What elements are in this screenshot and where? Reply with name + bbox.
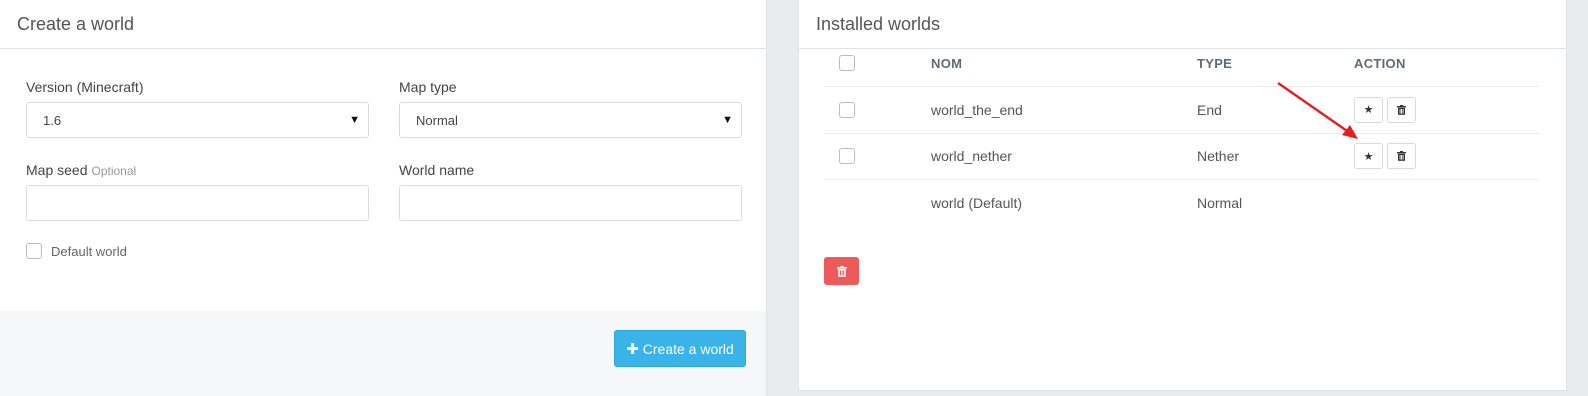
version-select-value: 1.6 [43,112,62,128]
map-seed-input[interactable] [26,185,369,221]
world-type-cell: Normal [1197,195,1243,212]
row-checkbox[interactable] [839,148,855,165]
create-world-button[interactable]: ✚ Create a world [614,330,746,367]
table-row: world_the_end End ★ [824,87,1539,134]
select-all-checkbox[interactable] [839,55,855,71]
delete-selected-button[interactable] [824,257,859,285]
star-icon: ★ [1363,150,1374,163]
caret-down-icon: ▼ [722,114,733,126]
create-world-panel: Create a world Version (Minecraft) 1.6 ▼… [0,0,767,396]
map-type-label: Map type [399,79,457,95]
select-all-cell [839,40,855,86]
world-type-cell: Nether [1197,148,1240,165]
column-header-type: TYPE [1197,55,1233,71]
delete-world-button[interactable] [1387,143,1416,170]
version-select[interactable]: 1.6 ▼ [26,102,369,138]
installed-worlds-panel: Installed worlds NOM TYPE ACTION world_t… [798,0,1567,391]
version-field: Version (Minecraft) 1.6 ▼ [26,79,369,138]
map-type-field: Map type Normal ▼ [399,79,742,138]
column-header-nom: NOM [931,55,963,71]
world-name-cell: world_nether [931,148,1012,165]
row-select-cell [839,134,855,180]
table-header-row: NOM TYPE ACTION [824,40,1539,87]
trash-icon [1397,104,1406,115]
map-type-select-value: Normal [416,112,458,128]
table-row: world (Default) Normal [824,180,1539,227]
map-type-select[interactable]: Normal ▼ [399,102,742,138]
create-world-footer: ✚ Create a world [0,311,766,396]
set-default-button[interactable]: ★ [1354,143,1383,170]
map-seed-label-text: Map seed [26,162,88,178]
arrow-shaft [1277,82,1351,134]
world-name-label: World name [399,162,475,178]
arrow-head [1342,125,1358,139]
delete-world-button[interactable] [1387,96,1416,123]
create-world-form: Version (Minecraft) 1.6 ▼ Map type Norma… [0,49,766,311]
trash-icon [1397,151,1406,162]
default-world-row: Default world [26,243,127,259]
worlds-table: NOM TYPE ACTION world_the_end End ★ worl… [824,40,1539,227]
plus-icon: ✚ [626,340,639,358]
version-label: Version (Minecraft) [26,79,144,95]
world-type-cell: End [1197,101,1222,118]
world-name-input[interactable] [399,185,742,221]
trash-icon [836,265,847,277]
create-world-button-label: Create a world [642,340,734,357]
caret-down-icon: ▼ [349,114,360,126]
map-seed-label: Map seed Optional [26,162,369,178]
default-world-checkbox[interactable] [26,243,42,259]
map-seed-field: Map seed Optional [26,162,369,221]
world-name-cell: world (Default) [931,195,1023,212]
world-name-field: World name [399,162,742,221]
map-seed-optional-hint: Optional [91,164,137,178]
create-world-title: Create a world [0,0,766,49]
world-name-cell: world_the_end [931,101,1023,118]
table-row: world_nether Nether ★ [824,134,1539,180]
row-select-cell [839,87,855,133]
default-world-label: Default world [51,243,127,259]
annotation-arrow [1277,82,1358,139]
row-checkbox[interactable] [839,101,855,118]
